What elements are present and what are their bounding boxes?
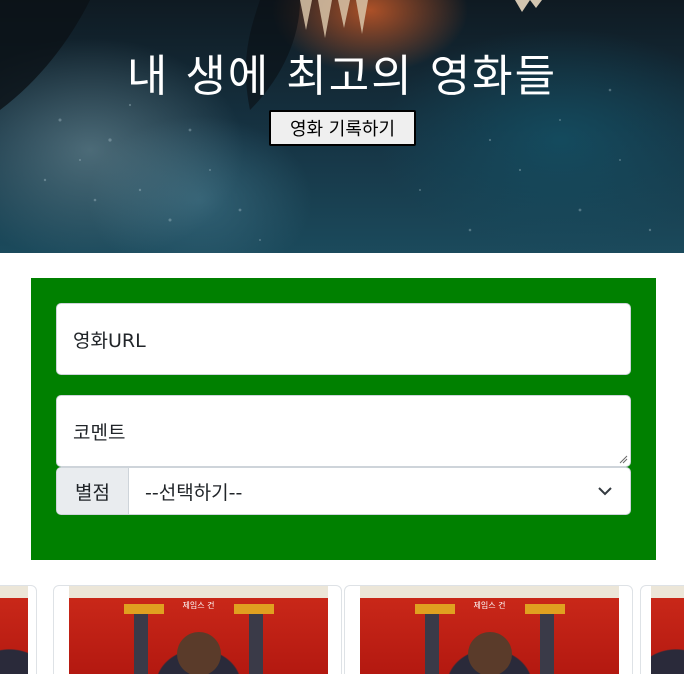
poster-caption: 제임스 건 — [182, 601, 215, 610]
movie-poster-image: 제임스 건 — [69, 586, 328, 674]
movie-poster-image — [0, 586, 28, 674]
movie-form-panel: 영화URL 코멘트 별점 --선택하기-- — [31, 278, 656, 560]
record-movie-button[interactable]: 영화 기록하기 — [269, 110, 416, 146]
movie-url-input[interactable]: 영화URL — [56, 303, 631, 375]
comment-textarea[interactable]: 코멘트 — [56, 395, 631, 467]
movie-poster-image — [651, 586, 684, 674]
poster-caption: 제임스 건 — [473, 601, 506, 610]
rating-label: 별점 — [57, 468, 129, 514]
movie-card[interactable]: 제임스 건 — [344, 585, 633, 674]
movie-card[interactable] — [0, 585, 37, 674]
resize-handle-icon[interactable] — [618, 454, 628, 464]
comment-placeholder: 코멘트 — [73, 422, 126, 444]
movie-url-placeholder: 영화URL — [73, 329, 146, 352]
page-title: 내 생에 최고의 영화들 — [126, 51, 558, 102]
rating-input-group: 별점 --선택하기-- — [56, 467, 631, 515]
movie-poster-image: 제임스 건 — [360, 586, 619, 674]
movie-card[interactable] — [640, 585, 684, 674]
chevron-down-icon — [598, 487, 612, 496]
movie-card[interactable]: 제임스 건 — [53, 585, 342, 674]
rating-selected-value: --선택하기-- — [145, 481, 243, 504]
rating-select[interactable]: --선택하기-- — [129, 468, 630, 514]
hero-banner: 내 생에 최고의 영화들 영화 기록하기 — [0, 0, 684, 253]
